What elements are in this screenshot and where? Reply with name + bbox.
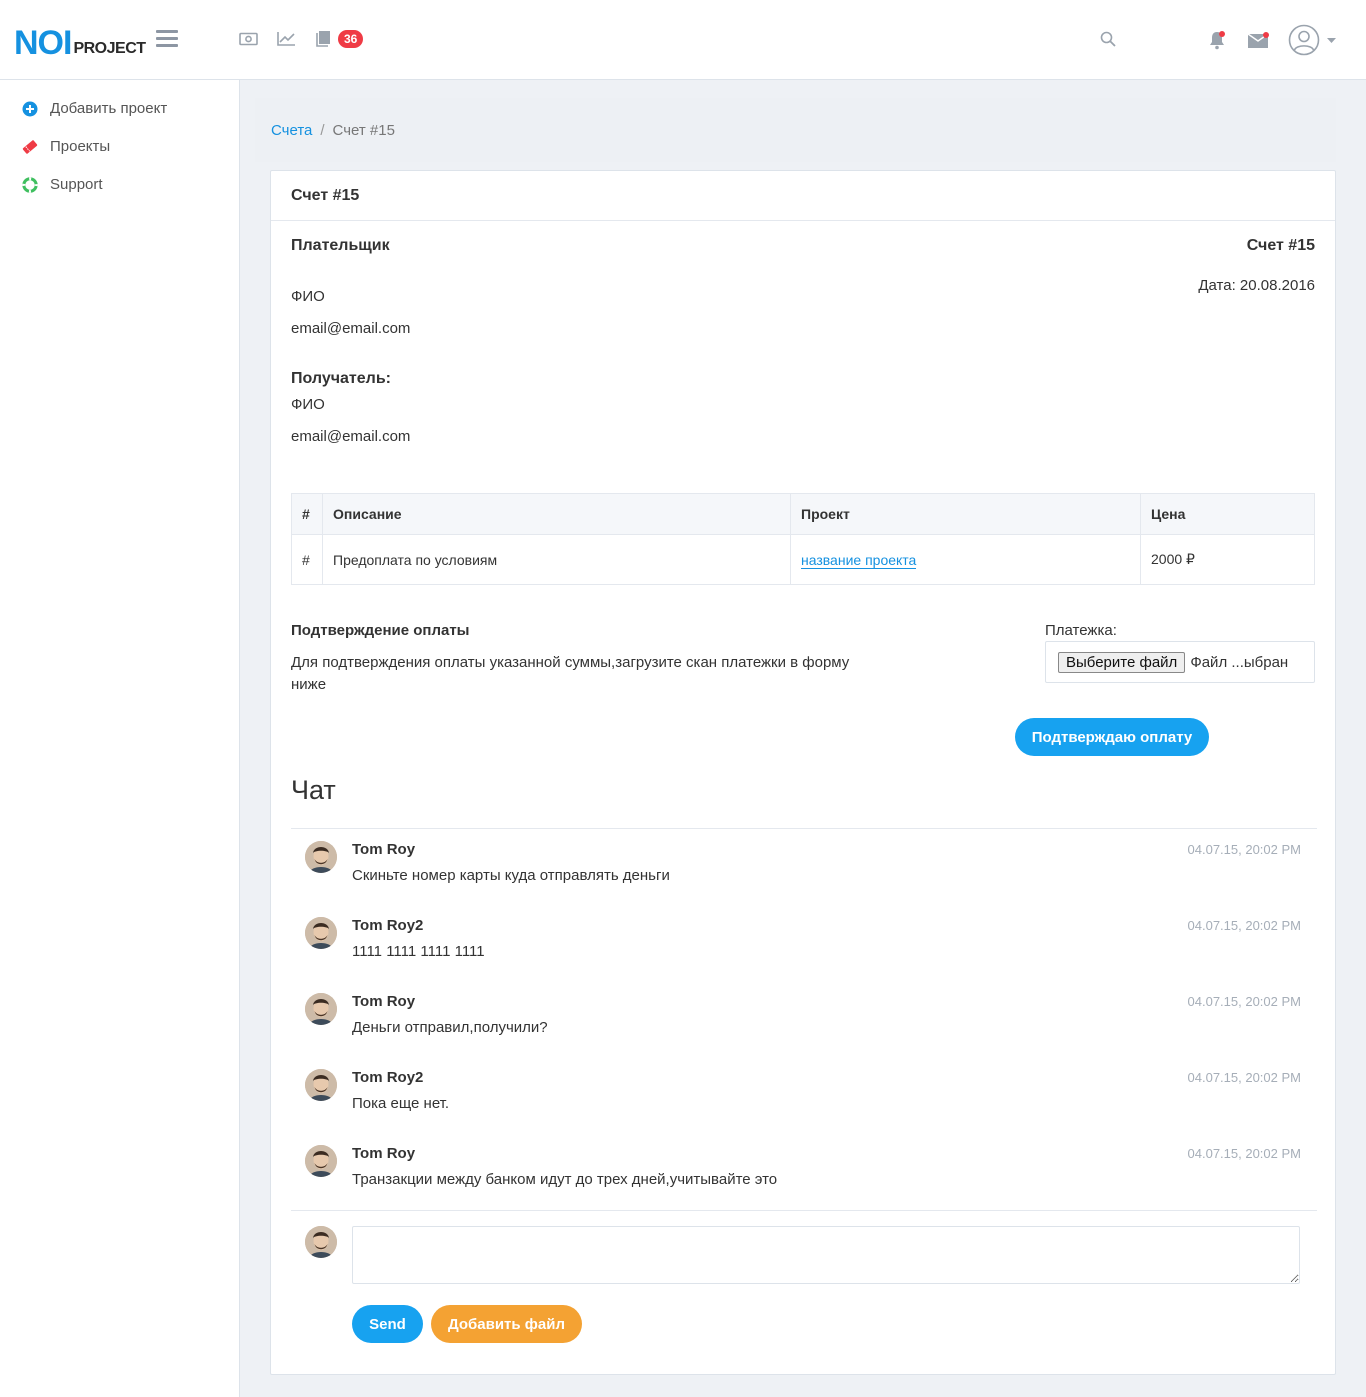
chat-message: Tom Roy2 04.07.15, 20:02 PM 1111 1111 1111… <box>305 917 1301 977</box>
file-status: Файл ...ыбран <box>1190 653 1289 671</box>
message-author: Tom Roy2 <box>352 1069 424 1086</box>
sidebar: Добавить проект Проекты Support <box>0 80 240 1397</box>
logo-sub: PROJECT <box>73 40 146 57</box>
plus-circle-icon <box>22 101 38 116</box>
message-time: 04.07.15, 20:02 PM <box>1187 842 1301 857</box>
money-icon[interactable] <box>239 32 258 46</box>
recipient-name: ФИО <box>291 396 325 413</box>
current-user-avatar <box>305 1226 337 1258</box>
chevron-down-icon[interactable] <box>1327 38 1336 44</box>
column-header: Цена <box>1140 493 1315 535</box>
sidebar-item-label: Добавить проект <box>50 100 168 117</box>
column-header: Описание <box>322 493 791 535</box>
message-avatar <box>305 841 337 873</box>
file-input[interactable]: Выберите файл Файл ...ыбран <box>1045 641 1315 683</box>
message-text: Скиньте номер карты куда отправлять день… <box>352 867 670 884</box>
row-description: Предоплата по условиям <box>322 534 791 585</box>
row-price: 2000 ₽ <box>1140 534 1315 585</box>
chat-message: Tom Roy2 04.07.15, 20:02 PM Пока еще нет. <box>305 1069 1301 1129</box>
document-icon[interactable] <box>316 30 331 47</box>
add-file-button[interactable]: Добавить файл <box>431 1305 582 1343</box>
payer-email: email@email.com <box>291 320 411 337</box>
message-text: Транзакции между банком идут до трех дне… <box>352 1171 778 1188</box>
invoice-items-table: # Описание Проект Цена # Предоплата по у… <box>291 493 1315 585</box>
chat-title: Чат <box>291 775 336 805</box>
sidebar-item-label: Support <box>50 176 103 193</box>
breadcrumb-current: Счет #15 <box>332 121 395 139</box>
message-text: 1111 1111 1111 1111 <box>352 943 485 960</box>
message-text: Деньги отправил,получили? <box>352 1019 548 1036</box>
message-avatar <box>305 993 337 1025</box>
chat-message: Tom Roy 04.07.15, 20:02 PM Транзакции межд… <box>305 1145 1301 1205</box>
confirm-text: Для подтверждения оплаты указанной суммы… <box>291 654 850 693</box>
message-text: Пока еще нет. <box>352 1095 450 1112</box>
menu-toggle-icon[interactable] <box>156 30 178 48</box>
main-content: Счета / Счет #15 Счет #15 Плательщик ФИО… <box>240 80 1366 1397</box>
top-navbar: NOI PROJECT 36 <box>0 0 1366 80</box>
message-time: 04.07.15, 20:02 PM <box>1187 1146 1301 1161</box>
recipient-email: email@email.com <box>291 428 411 445</box>
message-avatar <box>305 1145 337 1177</box>
message-author: Tom Roy <box>352 993 416 1010</box>
logo[interactable]: NOI PROJECT <box>14 24 146 62</box>
logo-main: NOI <box>14 24 72 62</box>
message-author: Tom Roy <box>352 841 416 858</box>
breadcrumb-link-invoices[interactable]: Счета <box>271 122 312 139</box>
message-time: 04.07.15, 20:02 PM <box>1187 1070 1301 1085</box>
chart-line-icon[interactable] <box>277 31 296 46</box>
payer-heading: Плательщик <box>291 237 390 254</box>
file-label: Платежка: <box>1045 622 1117 639</box>
message-author: Tom Roy <box>352 1145 416 1162</box>
chat-divider-bottom <box>291 1210 1317 1211</box>
recipient-heading: Получатель: <box>291 370 391 387</box>
table-row: # Предоплата по условиям название проект… <box>291 534 1315 585</box>
sidebar-item-support[interactable]: Support <box>22 176 103 193</box>
sidebar-item-projects[interactable]: Проекты <box>22 138 110 155</box>
breadcrumb-separator: / <box>320 121 325 139</box>
message-author: Tom Roy2 <box>352 917 424 934</box>
message-avatar <box>305 917 337 949</box>
payer-name: ФИО <box>291 288 325 305</box>
confirm-heading: Подтверждение оплаты <box>291 622 470 639</box>
table-header-row: # Описание Проект Цена <box>291 493 1315 535</box>
chat-message: Tom Roy 04.07.15, 20:02 PM Скиньте номер к… <box>305 841 1301 901</box>
row-project-cell: название проекта <box>790 534 1141 585</box>
invoice-card: Счет #15 Плательщик ФИО email@email.com … <box>270 170 1336 1375</box>
invoice-number: Счет #15 <box>1246 237 1315 254</box>
bell-alert-dot <box>1219 31 1225 37</box>
notification-count-badge: 36 <box>338 30 364 48</box>
column-header: # <box>291 493 323 535</box>
send-button[interactable]: Send <box>352 1305 423 1343</box>
breadcrumb: Счета / Счет #15 <box>255 98 1336 162</box>
message-time: 04.07.15, 20:02 PM <box>1187 918 1301 933</box>
card-title: Счет #15 <box>271 171 1335 221</box>
user-avatar-icon[interactable] <box>1288 24 1320 56</box>
ticket-icon <box>22 139 38 154</box>
search-icon[interactable] <box>1100 31 1116 47</box>
mail-alert-dot <box>1263 32 1269 38</box>
message-time: 04.07.15, 20:02 PM <box>1187 994 1301 1009</box>
chat-message: Tom Roy 04.07.15, 20:02 PM Деньги отправил… <box>305 993 1301 1053</box>
lifebuoy-icon <box>22 176 38 193</box>
chat-message-input[interactable] <box>352 1226 1300 1284</box>
column-header: Проект <box>790 493 1141 535</box>
project-link[interactable]: название проекта <box>801 551 917 569</box>
invoice-date: Дата: 20.08.2016 <box>1198 277 1315 294</box>
sidebar-item-label: Проекты <box>50 138 111 155</box>
message-avatar <box>305 1069 337 1101</box>
row-number: # <box>291 534 323 585</box>
chat-divider-top <box>291 828 1317 829</box>
confirm-payment-button[interactable]: Подтверждаю оплату <box>1015 718 1209 756</box>
sidebar-item-add-project[interactable]: Добавить проект <box>22 100 167 117</box>
choose-file-button[interactable]: Выберите файл <box>1058 651 1186 673</box>
